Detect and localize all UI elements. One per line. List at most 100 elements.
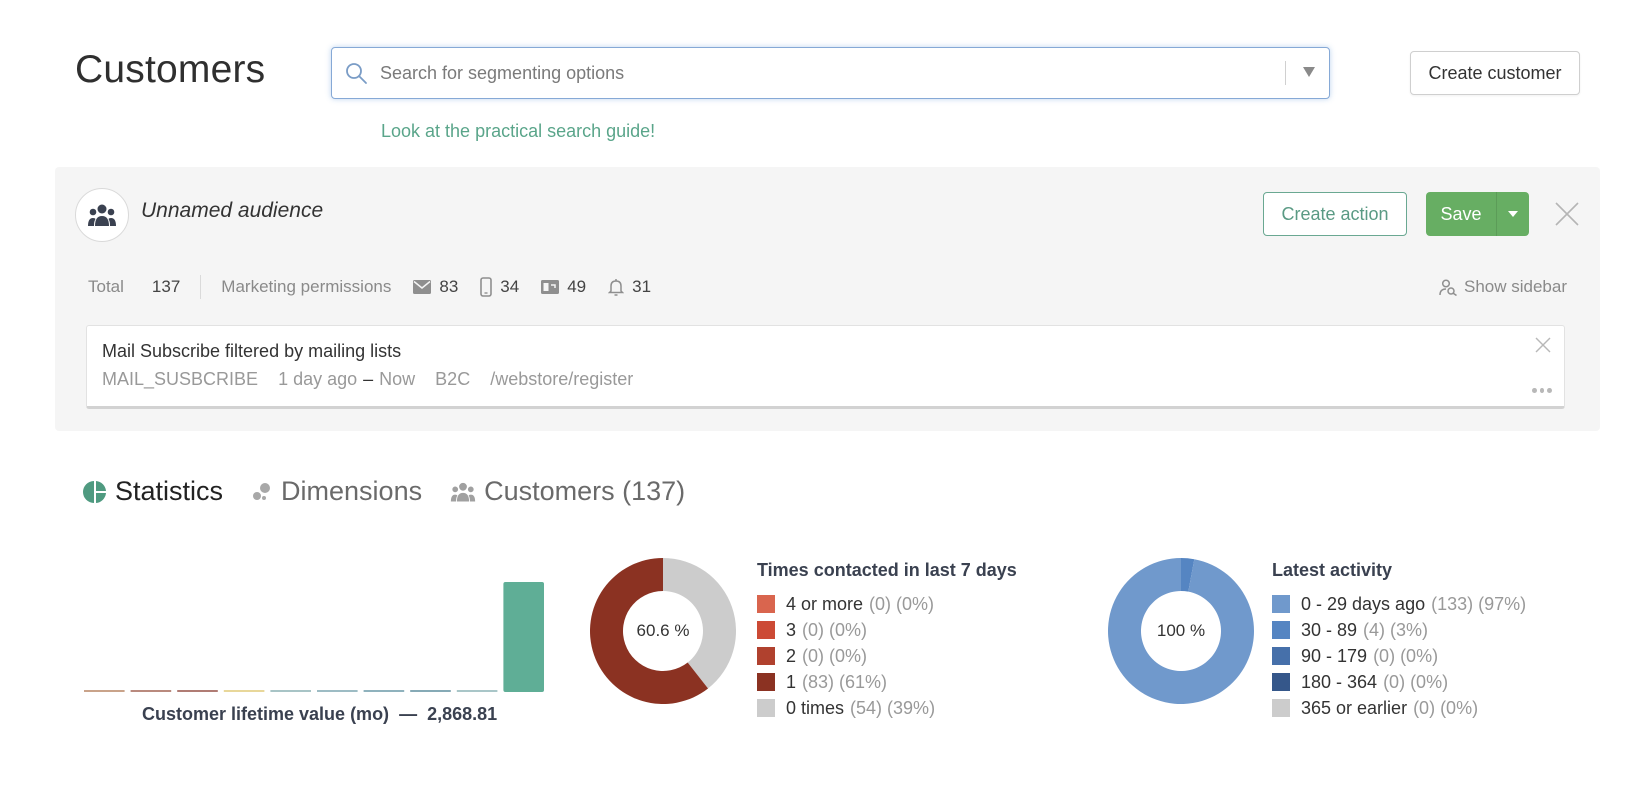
create-customer-button[interactable]: Create customer: [1410, 51, 1580, 95]
filter-segment: B2C: [435, 369, 471, 389]
result-tabs: Statistics Dimensions Customers (137): [83, 476, 713, 507]
legend-count: (0) (0%): [1383, 671, 1449, 692]
bell-icon: [608, 279, 625, 296]
filter-event: MAIL_SUSBCRIBE: [102, 369, 259, 389]
audience-name[interactable]: Unnamed audience: [141, 199, 323, 223]
legend-count: (133) (97%): [1431, 593, 1527, 614]
legend-label: 180 - 364: [1301, 671, 1378, 692]
permission-mail: 49: [541, 277, 586, 297]
legend-swatch: [1272, 647, 1290, 665]
audience-panel: Unnamed audience Create action Save Tota…: [55, 167, 1600, 431]
legend-label: 90 - 179: [1301, 645, 1368, 666]
tab-dimensions[interactable]: Dimensions: [251, 476, 422, 507]
caret-down-icon: [1508, 211, 1518, 217]
permission-push: 31: [608, 277, 651, 297]
legend-label: 365 or earlier: [1301, 697, 1408, 718]
times-contacted-legend: Times contacted in last 7 days 4 or more…: [757, 560, 1017, 721]
latest-activity-legend-item[interactable]: 180 - 364 (0) (0%): [1272, 669, 1526, 695]
clv-bar-5[interactable]: [270, 690, 311, 692]
filter-range: 1 day ago – Now: [278, 369, 416, 389]
filter-title: Mail Subscribe filtered by mailing lists: [102, 341, 402, 361]
times-contacted-center-label: 60.6 %: [636, 621, 690, 640]
clv-bar-1[interactable]: [84, 690, 125, 692]
times-contacted-legend-item[interactable]: 4 or more (0) (0%): [757, 591, 1017, 617]
clv-bar-8[interactable]: [410, 690, 451, 692]
latest-activity-legend-item[interactable]: 0 - 29 days ago (133) (97%): [1272, 591, 1526, 617]
clv-bar-chart: [84, 582, 544, 692]
save-button-group: Save: [1426, 192, 1529, 236]
times-contacted-title: Times contacted in last 7 days: [757, 560, 1017, 580]
audience-stats: Total 137 Marketing permissions 83 34 49…: [88, 275, 673, 299]
legend-label: 4 or more: [786, 593, 864, 614]
legend-count: (0) (0%): [802, 619, 868, 640]
latest-activity-legend-item[interactable]: 30 - 89 (4) (3%): [1272, 617, 1526, 643]
clv-bar-4[interactable]: [223, 690, 265, 692]
legend-swatch: [757, 621, 775, 639]
legend-swatch: [757, 699, 775, 717]
legend-swatch: [1272, 673, 1290, 691]
latest-activity-center-label: 100 %: [1156, 621, 1206, 640]
legend-count: (0) (0%): [802, 645, 868, 666]
pie-chart-icon: [83, 480, 106, 503]
legend-count: (0) (0%): [1373, 645, 1439, 666]
total-value: 137: [151, 277, 181, 296]
times-contacted-legend-item[interactable]: 1 (83) (61%): [757, 669, 1017, 695]
total-label: Total: [88, 277, 124, 296]
clv-bar-2[interactable]: [130, 690, 172, 692]
times-contacted-legend-item[interactable]: 2 (0) (0%): [757, 643, 1017, 669]
create-action-button[interactable]: Create action: [1263, 192, 1407, 236]
save-button[interactable]: Save: [1426, 192, 1496, 236]
clv-bar-9[interactable]: [456, 690, 498, 692]
legend-label: 30 - 89: [1301, 619, 1358, 640]
legend-swatch: [757, 673, 775, 691]
segment-search-input[interactable]: [380, 48, 1240, 98]
mailbox-icon: [541, 280, 560, 294]
latest-activity-title: Latest activity: [1272, 560, 1393, 580]
clv-bar-10[interactable]: [503, 582, 544, 692]
permission-sms: 34: [480, 277, 519, 297]
stats-divider: [200, 275, 202, 299]
filter-card[interactable]: Mail Subscribe filtered by mailing lists…: [86, 325, 1565, 409]
latest-activity-legend-item[interactable]: 90 - 179 (0) (0%): [1272, 643, 1526, 669]
more-options-icon[interactable]: [1532, 386, 1553, 394]
audience-avatar: [75, 188, 129, 242]
tab-customers[interactable]: Customers (137): [450, 476, 685, 507]
audience-group-icon: [88, 204, 116, 226]
mobile-phone-icon: [480, 277, 493, 297]
legend-swatch: [757, 595, 775, 613]
permission-email: 83: [413, 277, 458, 297]
legend-count: (83) (61%): [802, 671, 888, 692]
page-title: Customers: [75, 48, 266, 91]
legend-count: (4) (3%): [1363, 619, 1429, 640]
legend-count: (0) (0%): [1413, 697, 1479, 718]
clv-bar-7[interactable]: [363, 690, 405, 692]
search-guide-link[interactable]: Look at the practical search guide!: [381, 121, 655, 142]
latest-activity-legend: Latest activity 0 - 29 days ago (133) (97…: [1272, 560, 1526, 721]
times-contacted-legend-item[interactable]: 0 times (54) (39%): [757, 695, 1017, 721]
legend-label: 1: [786, 671, 797, 692]
legend-label: 0 times: [786, 697, 845, 718]
legend-label: 3: [786, 619, 797, 640]
legend-swatch: [1272, 699, 1290, 717]
clv-bar-3[interactable]: [177, 690, 218, 692]
caret-down-icon[interactable]: [1301, 64, 1317, 80]
times-contacted-legend-item[interactable]: 3 (0) (0%): [757, 617, 1017, 643]
clv-title: Customer lifetime value (mo): [142, 704, 390, 724]
remove-filter-icon[interactable]: [1534, 336, 1552, 354]
tab-statistics[interactable]: Statistics: [83, 476, 223, 507]
user-search-icon: [1439, 278, 1457, 296]
filter-path: /webstore/register: [490, 369, 634, 389]
filter-details: MAIL_SUSBCRIBE 1 day ago – Now B2C /websto…: [102, 369, 633, 390]
legend-swatch: [1272, 621, 1290, 639]
save-options-dropdown[interactable]: [1496, 192, 1529, 236]
marketing-permissions-label: Marketing permissions: [221, 277, 392, 296]
segment-search-box[interactable]: [331, 47, 1330, 99]
clv-value: 2,868.81: [427, 704, 498, 724]
close-icon[interactable]: [1553, 200, 1581, 228]
search-divider: [1285, 61, 1286, 85]
clv-bar-6[interactable]: [317, 690, 358, 692]
show-sidebar-button[interactable]: Show sidebar: [1439, 277, 1567, 297]
latest-activity-legend-item[interactable]: 365 or earlier (0) (0%): [1272, 695, 1526, 721]
clv-caption: Customer lifetime value (mo) — 2,868.81: [142, 704, 498, 724]
envelope-icon: [413, 280, 432, 294]
